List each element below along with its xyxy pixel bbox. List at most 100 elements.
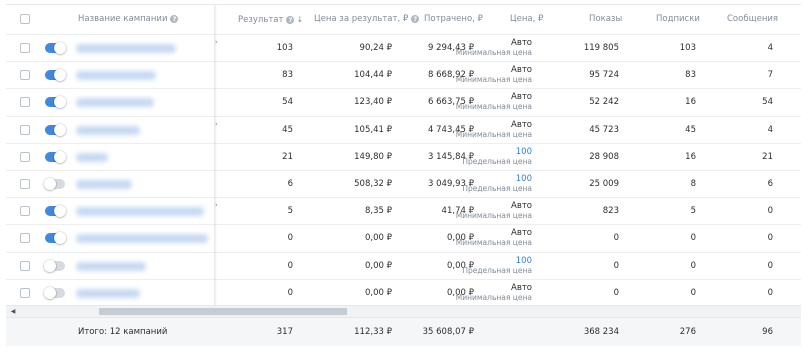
frozen-column-shadow [214,5,217,305]
row-checkbox[interactable] [20,151,30,162]
bid-price: Авто Минимальная цена [456,120,532,140]
campaign-toggle[interactable] [45,69,66,82]
campaign-name-link[interactable] [76,180,132,189]
table-row[interactable]: 83 104,44 ₽8 668,92 ₽95 724 83 7 Авто Минимал… [6,61,801,88]
row-checkbox[interactable] [20,179,30,189]
row-checkbox[interactable] [20,97,30,108]
column-header-result[interactable]: Результат? ↓ [238,5,303,34]
messages-value: 0 [767,206,773,217]
table-row[interactable]: 54 123,40 ₽6 663,75 ₽52 242 16 54 Авто Минима… [6,88,801,115]
bid-value: Авто [511,65,532,76]
bid-price[interactable]: 100 Предельная цена [462,147,532,167]
impressions-value: 823 [602,206,619,217]
row-checkbox[interactable] [20,260,30,271]
column-header-messages[interactable]: Сообщения [727,5,778,34]
campaign-name-link[interactable] [76,288,140,298]
bid-note: Предельная цена [462,265,532,275]
cost-per-result-value: 149,80 ₽ [354,151,392,162]
campaign-toggle[interactable] [45,232,66,245]
cost-per-result-value: 0,00 ₽ [364,260,392,271]
totals-label: Итого: 12 кампаний [78,327,168,337]
campaign-name-link[interactable] [76,152,108,162]
table-row[interactable]: 0 0,00 ₽0,00 ₽0 0 0 Авто Минимальная цена [6,224,801,251]
column-header-cost[interactable]: Цена за результат, ₽? [314,5,420,34]
row-checkbox[interactable] [20,287,30,298]
campaign-name-link[interactable] [76,98,154,108]
column-header-subscriptions[interactable]: Подписки [656,5,700,34]
bid-price: Авто Минимальная цена [456,228,532,248]
row-checkbox[interactable] [20,206,30,217]
scrollbar-thumb[interactable] [99,308,347,315]
campaign-toggle[interactable] [45,205,66,218]
bid-note: Предельная цена [462,184,532,193]
table-header: Название кампании? Результат? ↓ Цена за р… [6,5,801,34]
toggle-knob [44,178,56,190]
campaign-name-link[interactable] [76,234,208,244]
impressions-value: 28 908 [589,151,619,162]
bid-value: Авто [511,228,532,239]
campaign-name-link[interactable] [76,71,156,81]
subscriptions-value: 103 [679,43,696,53]
impressions-value: 95 724 [589,70,619,81]
info-icon[interactable]: ? [411,14,420,23]
toggle-knob [54,42,66,54]
table-row[interactable]: 21 149,80 ₽3 145,84 ₽28 908 16 21 100 Предель… [6,142,801,170]
column-header-price[interactable]: Цена, ₽ [510,5,543,34]
impressions-value: 52 242 [589,97,619,108]
row-checkbox[interactable] [20,70,30,81]
bid-price[interactable]: 100 Предельная цена [462,174,532,194]
bid-note: Минимальная цена [455,292,532,302]
table-row[interactable]: 6 508,32 ₽3 049,93 ₽25 009 8 6 100 Предельная… [6,170,801,197]
toggle-knob [54,205,66,218]
toggle-knob [54,96,66,109]
column-header-impressions[interactable]: Показы [589,5,622,34]
result-value: 5 [287,206,293,217]
campaign-name-link[interactable] [76,261,146,271]
toggle-knob [54,69,66,82]
campaign-name-link[interactable] [76,125,140,135]
campaign-toggle[interactable] [45,96,66,109]
campaign-toggle[interactable] [45,150,66,163]
campaign-toggle[interactable] [44,259,65,272]
bid-value[interactable]: 100 [462,174,532,184]
bid-price[interactable]: 100 Предельная цена [462,256,532,276]
column-header-spent[interactable]: Потрачено, ₽ [424,5,483,34]
row-checkbox[interactable] [20,43,30,53]
table-row[interactable]: 0 0,00 ₽0,00 ₽0 0 0 Авто Минимальная цена [6,278,801,306]
table-row[interactable]: ›10390,24 ₽9 294,43 ₽119 8051034АвтоМини… [6,34,801,61]
campaign-toggle[interactable] [45,42,66,54]
bid-note: Предельная цена [462,156,532,166]
total-subscriptions: 276 [679,327,696,337]
impressions-value: 0 [613,287,619,298]
info-icon[interactable]: ? [286,15,295,24]
campaign-name-link[interactable] [76,207,204,217]
table-footer-totals: Итого: 12 кампаний 317 112,33 ₽ 35 608,0… [6,317,801,346]
column-header-name[interactable]: Название кампании? [78,5,179,34]
campaign-name-link[interactable] [76,44,176,53]
bid-value[interactable]: 100 [462,256,532,266]
result-value: 103 [276,43,293,53]
bid-price: Авто Минимальная цена [456,38,532,58]
sort-down-icon[interactable]: ↓ [296,15,303,24]
horizontal-scrollbar[interactable]: ◀ [6,305,801,317]
campaign-toggle[interactable] [45,123,66,136]
impressions-value: 0 [613,260,619,271]
table-row[interactable]: ›58,35 ₽41,74 ₽82350АвтоМинимальная цена [6,197,801,224]
subscriptions-value: 45 [685,124,696,135]
bid-note: Минимальная цена [455,211,532,221]
scroll-left-icon[interactable]: ◀ [8,306,18,317]
row-checkbox[interactable] [20,124,30,135]
info-icon[interactable]: ? [170,14,179,23]
campaign-toggle[interactable] [44,286,65,299]
bid-value[interactable]: 100 [462,147,532,157]
table-row[interactable]: ›45105,41 ₽4 743,45 ₽45 723454АвтоМинима… [6,115,801,143]
table-row[interactable]: 0 0,00 ₽0,00 ₽0 0 0 100 Предельная цена [6,251,801,279]
bid-note: Минимальная цена [455,238,532,248]
cost-per-result-value: 8,35 ₽ [364,206,392,217]
total-cost: 112,33 ₽ [354,327,392,337]
campaign-toggle[interactable] [44,178,65,190]
bid-value: Авто [511,38,532,48]
row-checkbox[interactable] [20,233,30,244]
bid-value: Авто [511,92,532,103]
select-all-checkbox[interactable] [20,14,30,24]
